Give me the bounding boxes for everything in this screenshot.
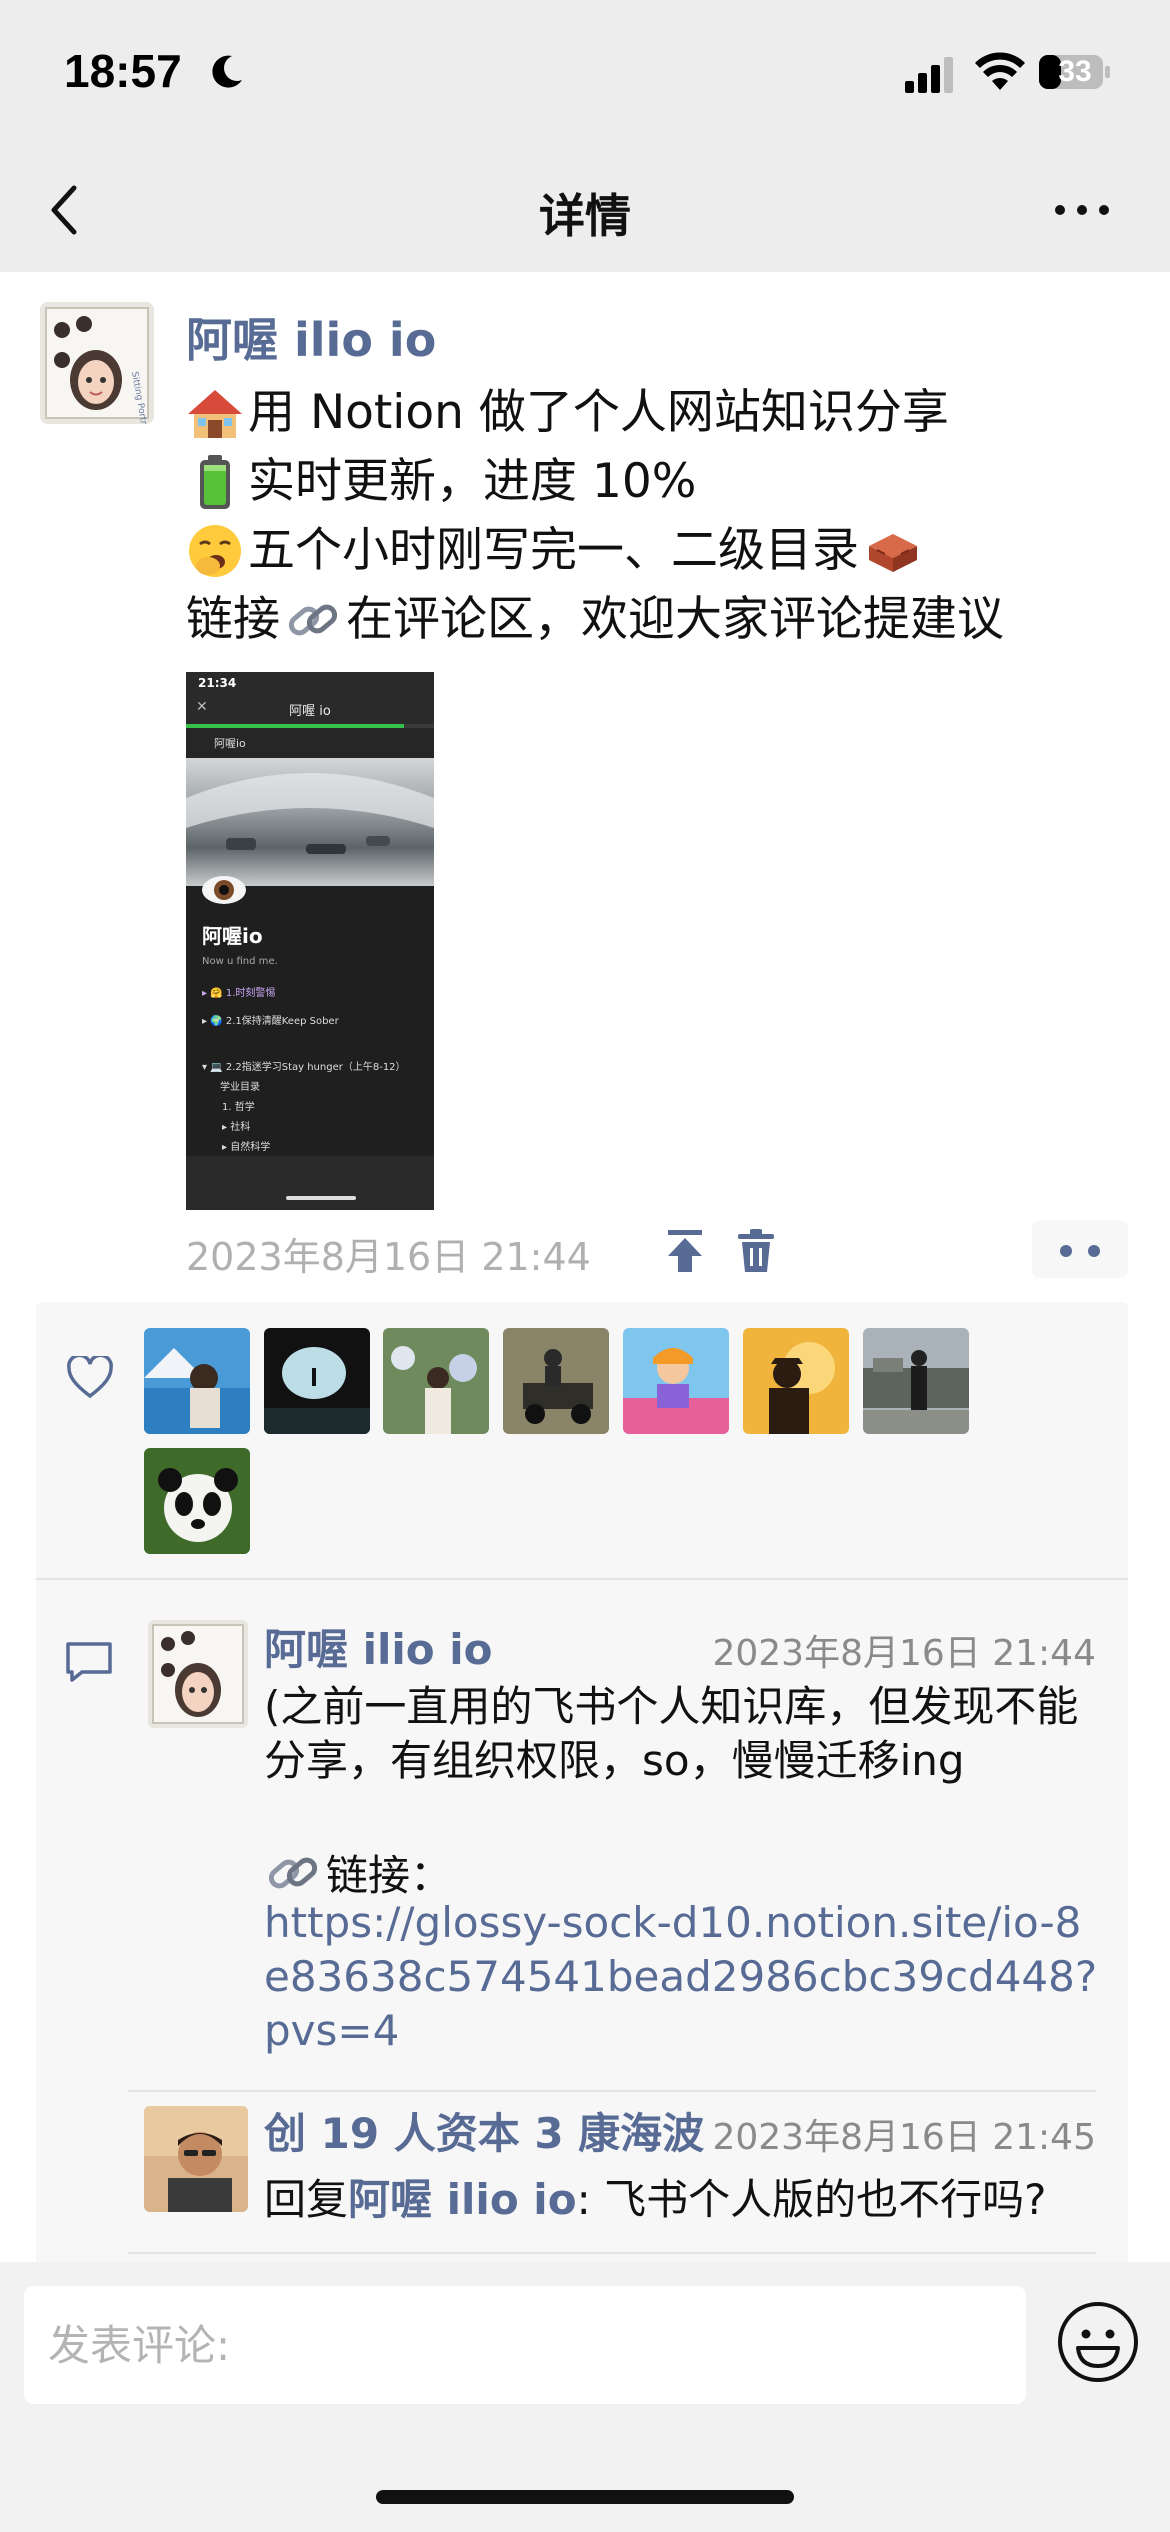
image-toc-item: ▾ 💻 2.2指迷学习Stay hunger（上午8-12） — [202, 1062, 406, 1073]
reply-mention[interactable]: 阿喔 ilio io — [348, 2175, 577, 2224]
brick-icon — [869, 533, 917, 572]
image-toc-item: ▸ 自然科学 — [222, 1142, 271, 1153]
nav-bar: 详情 — [0, 150, 1170, 272]
reply-prefix: 回复 — [264, 2175, 349, 2224]
comment-input[interactable] — [24, 2286, 1026, 2404]
image-toc-item: ▸ 🌍 2.1保持清醒Keep Sober — [202, 1016, 339, 1027]
liker-avatar-panda[interactable] — [144, 1448, 250, 1554]
post-author-name[interactable]: 阿喔 ilio io — [186, 304, 436, 370]
comment-link-label: 链接： — [326, 1851, 453, 1900]
panel-divider — [36, 1578, 1128, 1580]
link-icon — [268, 1857, 318, 1888]
delete-icon[interactable] — [736, 1228, 776, 1274]
options-icon[interactable] — [1032, 1220, 1128, 1278]
comment-timestamp: 2023年8月16日 21:44 — [712, 1633, 1096, 1674]
post-line-prefix: 链接 — [186, 592, 280, 647]
image-toc-item: 1. 哲学 — [222, 1102, 255, 1113]
image-status-bar: 21:34 — [186, 672, 434, 694]
post-line: 用 Notion 做了个人网站知识分享 — [186, 378, 1126, 447]
smiley-icon[interactable] — [1056, 2300, 1140, 2384]
signal-icon — [905, 57, 953, 93]
moon-icon — [212, 55, 242, 88]
heart-icon — [67, 1356, 113, 1399]
liker-avatar-jeep[interactable] — [503, 1328, 609, 1434]
status-bar: 18:57 33 — [0, 0, 1170, 150]
post-line-text: 五个小时刚写完一、二级目录 — [248, 523, 859, 578]
home-indicator — [376, 2490, 794, 2504]
post-line: 链接 在评论区，欢迎大家评论提建议 — [186, 585, 1126, 654]
reply-author-name[interactable]: 创 19 人资本 3 康海波 — [264, 2100, 704, 2161]
liker-avatar-illustration[interactable] — [623, 1328, 729, 1434]
yawning-face-icon — [189, 524, 241, 577]
link-icon — [288, 604, 338, 635]
comment-icon — [66, 1642, 112, 1682]
image-toc-item: ▸ 🤗 1.时刻警惕 — [202, 988, 276, 999]
comment-link-label-row: 链接： — [264, 1842, 452, 1903]
reply-divider — [128, 2090, 1096, 2092]
liker-avatar-cave[interactable] — [264, 1328, 370, 1434]
image-bottom-bar — [186, 1156, 434, 1210]
image-header-title: 阿喔 io — [289, 704, 331, 719]
post-line-text: 在评论区，欢迎大家评论提建议 — [346, 592, 1004, 647]
liker-avatar-flowers[interactable] — [383, 1328, 489, 1434]
comment-text: (之前一直用的飞书个人知识库，但发现不能分享，有组织权限，so，慢慢迁移ing — [264, 1682, 1079, 1785]
post-line: 五个小时刚写完一、二级目录 — [186, 516, 1126, 585]
wifi-icon — [975, 52, 1025, 90]
image-status-time: 21:34 — [198, 676, 237, 690]
post-timestamp: 2023年8月16日 21:44 — [186, 1235, 591, 1279]
post-image[interactable]: 21:34 ✕ 阿喔 io 阿喔io 阿喔io Now u find me. ▸… — [186, 672, 434, 1210]
post-line-text: 用 Notion 做了个人网站知识分享 — [248, 385, 949, 440]
reply-author-avatar[interactable] — [144, 2106, 248, 2212]
image-toc-item: 学业目录 — [220, 1082, 260, 1093]
image-page-title: 阿喔io — [202, 924, 263, 948]
post-line-text: 实时更新，进度 10% — [248, 454, 697, 509]
page-title: 详情 — [539, 189, 631, 243]
image-url-bar: 阿喔io — [186, 728, 434, 758]
pin-to-top-icon[interactable] — [664, 1228, 706, 1274]
image-header: ✕ 阿喔 io — [186, 694, 434, 724]
image-toc-item: ▸ 社科 — [222, 1122, 251, 1133]
eye-icon — [202, 876, 246, 904]
battery-level: 33 — [1058, 55, 1092, 88]
comment-author-name[interactable]: 阿喔 ilio io — [264, 1616, 493, 1677]
reply-timestamp: 2023年8月16日 21:45 — [712, 2117, 1096, 2158]
battery-green-icon — [200, 454, 230, 509]
reply-text: 回复阿喔 ilio io: 飞书个人版的也不行吗? — [264, 2166, 1046, 2227]
reply-content: : 飞书个人版的也不行吗? — [576, 2175, 1047, 2224]
image-url-label: 阿喔io — [214, 737, 246, 750]
ellipsis-icon[interactable] — [1052, 195, 1112, 225]
comment-author-avatar[interactable] — [148, 1620, 248, 1728]
post-content: 用 Notion 做了个人网站知识分享 实时更新，进度 10% 五个小时刚写完一… — [186, 378, 1126, 654]
image-page-subtitle: Now u find me. — [202, 956, 278, 967]
house-icon — [188, 389, 242, 438]
comment-link[interactable]: https://glossy-sock-d10.notion.site/io-8… — [264, 1896, 1104, 2058]
post-author-avatar[interactable]: Sitting Portrait — [40, 302, 154, 424]
post-line: 实时更新，进度 10% — [186, 447, 1126, 516]
liker-avatar-sunset-silhouette[interactable] — [743, 1328, 849, 1434]
status-time: 18:57 — [64, 45, 182, 97]
liker-avatar-mountain-lake[interactable] — [144, 1328, 250, 1434]
reply-bottom-divider — [128, 2252, 1096, 2254]
liker-avatar-old-building[interactable] — [863, 1328, 969, 1434]
